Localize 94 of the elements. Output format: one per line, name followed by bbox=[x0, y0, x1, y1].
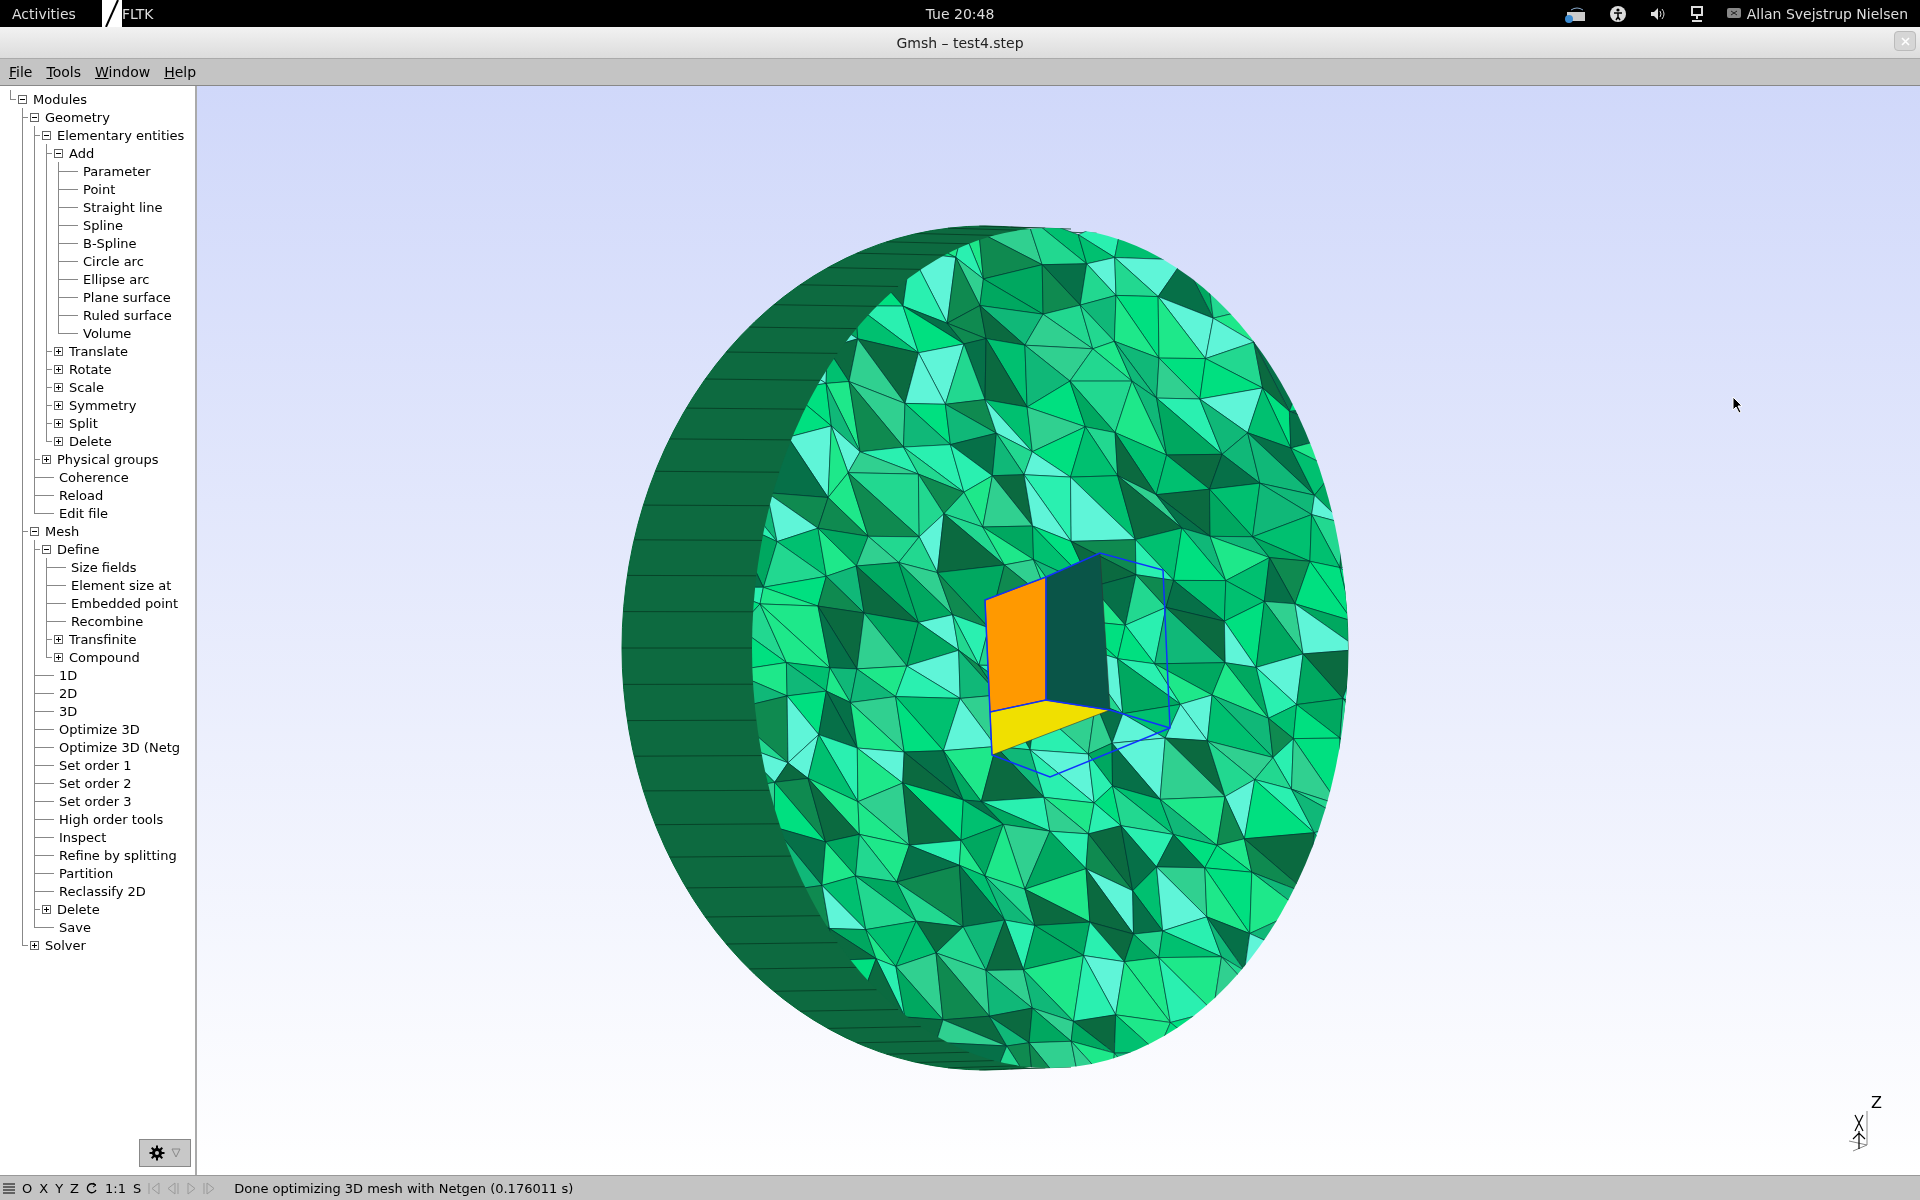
window-title: Gmsh – test4.step bbox=[896, 34, 1024, 51]
tree-item[interactable]: Point bbox=[83, 181, 116, 197]
rotate-icon[interactable] bbox=[86, 1182, 98, 1194]
tree-item[interactable]: Refine by splitting bbox=[59, 847, 177, 863]
tree-item[interactable]: Ellipse arc bbox=[83, 271, 150, 287]
tree-item[interactable]: Size fields bbox=[71, 559, 137, 575]
expand-toggle[interactable] bbox=[53, 652, 63, 662]
activities-button[interactable]: Activities bbox=[12, 5, 76, 22]
status-message: Done optimizing 3D mesh with Netgen (0.176011 s) bbox=[234, 1180, 574, 1196]
view-button[interactable]: O bbox=[22, 1180, 33, 1196]
tree-item[interactable]: Edit file bbox=[59, 505, 109, 521]
dropdown-icon bbox=[171, 1148, 181, 1158]
tree-item[interactable]: Compound bbox=[69, 649, 140, 665]
settings-icon bbox=[149, 1145, 165, 1161]
tree-item[interactable]: Split bbox=[69, 415, 98, 431]
expand-toggle[interactable] bbox=[53, 382, 63, 392]
tree-item[interactable]: B-Spline bbox=[83, 235, 137, 251]
expand-toggle[interactable] bbox=[41, 904, 51, 914]
collapse-toggle[interactable] bbox=[29, 526, 39, 536]
chat-icon bbox=[1726, 7, 1741, 20]
collapse-toggle[interactable] bbox=[41, 544, 51, 554]
tree-item[interactable]: Physical groups bbox=[57, 451, 159, 467]
tree-item[interactable]: Partition bbox=[59, 865, 114, 881]
axis-label: Z bbox=[1871, 1093, 1882, 1112]
tree-item[interactable]: Volume bbox=[83, 325, 132, 341]
tree-item[interactable]: Element size at bbox=[71, 577, 172, 593]
tree-item[interactable]: Optimize 3D bbox=[59, 721, 140, 737]
expand-toggle[interactable] bbox=[53, 400, 63, 410]
close-icon bbox=[1900, 36, 1910, 46]
accessibility-icon[interactable] bbox=[1608, 4, 1627, 23]
expand-toggle[interactable] bbox=[29, 940, 39, 950]
tree-item[interactable]: Transfinite bbox=[69, 631, 137, 647]
expand-toggle[interactable] bbox=[53, 364, 63, 374]
tree-item[interactable]: Delete bbox=[69, 433, 112, 449]
keyboard-icon[interactable] bbox=[1562, 4, 1587, 23]
tree-item[interactable]: Modules bbox=[33, 91, 88, 107]
settings-button[interactable] bbox=[139, 1139, 191, 1167]
tree-item[interactable]: 2D bbox=[59, 685, 78, 701]
expand-toggle[interactable] bbox=[53, 436, 63, 446]
tree-item[interactable]: High order tools bbox=[59, 811, 164, 827]
tree-item[interactable]: Recombine bbox=[71, 613, 144, 629]
expand-toggle[interactable] bbox=[53, 634, 63, 644]
tree-item[interactable]: Symmetry bbox=[69, 397, 137, 413]
tree-item[interactable]: Add bbox=[69, 145, 95, 161]
tree-item[interactable]: Define bbox=[57, 541, 100, 557]
expand-toggle[interactable] bbox=[53, 346, 63, 356]
menu-item[interactable]: Help bbox=[157, 64, 204, 80]
app-icon[interactable] bbox=[101, 0, 122, 27]
tree-item[interactable]: Reclassify 2D bbox=[59, 883, 146, 899]
collapse-toggle[interactable] bbox=[29, 112, 39, 122]
scale-button[interactable]: 1:1 bbox=[105, 1180, 126, 1196]
collapse-toggle[interactable] bbox=[53, 148, 63, 158]
menu-icon[interactable] bbox=[3, 1182, 15, 1194]
tree-item[interactable]: Elementary entities bbox=[57, 127, 185, 143]
user-menu[interactable]: Allan Svejstrup Nielsen bbox=[1746, 5, 1908, 22]
tree-item[interactable]: 3D bbox=[59, 703, 78, 719]
tree-item[interactable]: Straight line bbox=[83, 199, 163, 215]
menu-item[interactable]: File bbox=[2, 64, 40, 80]
tree-item[interactable]: Solver bbox=[45, 937, 86, 953]
app-menu[interactable]: FLTK bbox=[121, 5, 154, 22]
expand-toggle[interactable] bbox=[53, 418, 63, 428]
tree-item[interactable]: Inspect bbox=[59, 829, 107, 845]
tree-item[interactable]: Geometry bbox=[45, 109, 110, 125]
snap-button[interactable]: S bbox=[132, 1180, 142, 1196]
view-button[interactable]: Y bbox=[55, 1180, 64, 1196]
tree-item[interactable]: Embedded point bbox=[71, 595, 179, 611]
tree-item[interactable]: Translate bbox=[69, 343, 129, 359]
menu-item[interactable]: Tools bbox=[39, 64, 88, 80]
collapse-toggle[interactable] bbox=[17, 94, 27, 104]
tree-item[interactable]: Reload bbox=[59, 487, 104, 503]
tree-item[interactable]: Ruled surface bbox=[83, 307, 172, 323]
view-button[interactable]: X bbox=[39, 1180, 49, 1196]
tree-item[interactable]: Circle arc bbox=[83, 253, 144, 269]
tree-item[interactable]: Set order 2 bbox=[59, 775, 132, 791]
tree-item[interactable]: 1D bbox=[59, 667, 78, 683]
tree-item[interactable]: Coherence bbox=[59, 469, 129, 485]
tree-item[interactable]: Mesh bbox=[45, 523, 80, 539]
tree-item[interactable]: Save bbox=[59, 919, 91, 935]
view-button[interactable]: Z bbox=[70, 1180, 79, 1196]
tree-item[interactable]: Set order 1 bbox=[59, 757, 132, 773]
clock[interactable]: Tue 20:48 bbox=[925, 5, 995, 22]
network-icon[interactable] bbox=[1688, 4, 1705, 23]
cursor-icon bbox=[1732, 396, 1744, 414]
tree-item[interactable]: Rotate bbox=[69, 361, 112, 377]
tree-item[interactable]: Optimize 3D (Netg bbox=[59, 739, 180, 755]
tree-item[interactable]: Set order 3 bbox=[59, 793, 132, 809]
tree-item[interactable]: Delete bbox=[57, 901, 100, 917]
collapse-toggle[interactable] bbox=[41, 130, 51, 140]
menu-item[interactable]: Window bbox=[87, 64, 158, 80]
tree-item[interactable]: Spline bbox=[83, 217, 123, 233]
tree-item[interactable]: Scale bbox=[69, 379, 104, 395]
expand-toggle[interactable] bbox=[41, 454, 51, 464]
tree-item[interactable]: Plane surface bbox=[83, 289, 171, 305]
tree-item[interactable]: Parameter bbox=[83, 163, 151, 179]
